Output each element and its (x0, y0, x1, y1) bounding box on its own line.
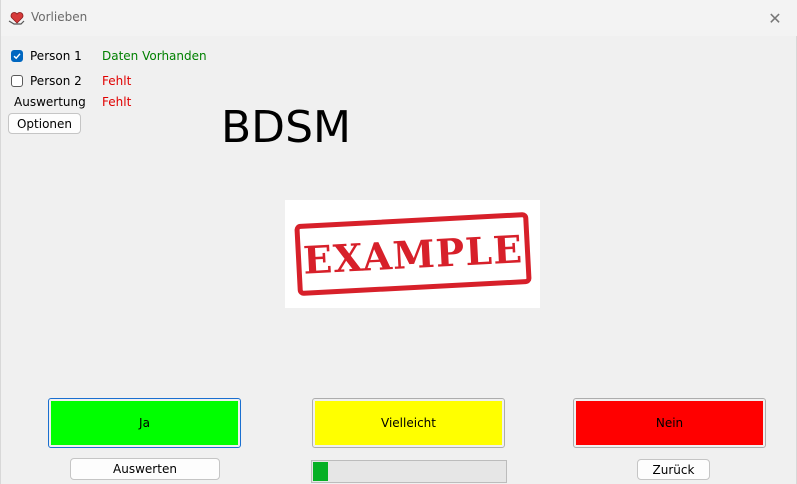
window-title: Vorlieben (31, 10, 88, 24)
options-button[interactable]: Optionen (8, 113, 81, 134)
person1-label[interactable]: Person 1 (30, 49, 82, 63)
heart-hand-icon (8, 12, 25, 25)
evaluate-button[interactable]: Auswerten (70, 458, 220, 480)
close-icon[interactable]: ✕ (752, 0, 797, 36)
no-button[interactable]: Nein (573, 398, 766, 448)
person1-checkbox[interactable] (11, 50, 23, 62)
example-stamp-text: EXAMPLE (301, 225, 524, 283)
progress-fill (313, 462, 328, 481)
no-button-label: Nein (655, 416, 684, 430)
example-image: EXAMPLE (285, 200, 540, 308)
yes-button-label: Ja (139, 416, 150, 430)
person2-checkbox[interactable] (11, 75, 23, 87)
progress-bar (311, 460, 507, 483)
app-window: Vorlieben ✕ Person 1 Daten Vorhanden Per… (0, 0, 797, 484)
evaluation-status: Fehlt (102, 95, 132, 109)
back-button[interactable]: Zurück (637, 459, 710, 480)
maybe-button-label: Vielleicht (381, 416, 436, 430)
category-title: BDSM (221, 102, 351, 153)
yes-button[interactable]: Ja (48, 398, 241, 448)
maybe-button[interactable]: Vielleicht (312, 398, 505, 448)
evaluation-label: Auswertung (14, 95, 86, 109)
person2-label[interactable]: Person 2 (30, 74, 82, 88)
title-bar: Vorlieben ✕ (1, 0, 797, 36)
person2-status: Fehlt (102, 74, 132, 88)
checkmark-icon (13, 53, 21, 60)
person1-status: Daten Vorhanden (102, 49, 207, 63)
example-stamp: EXAMPLE (293, 211, 532, 297)
